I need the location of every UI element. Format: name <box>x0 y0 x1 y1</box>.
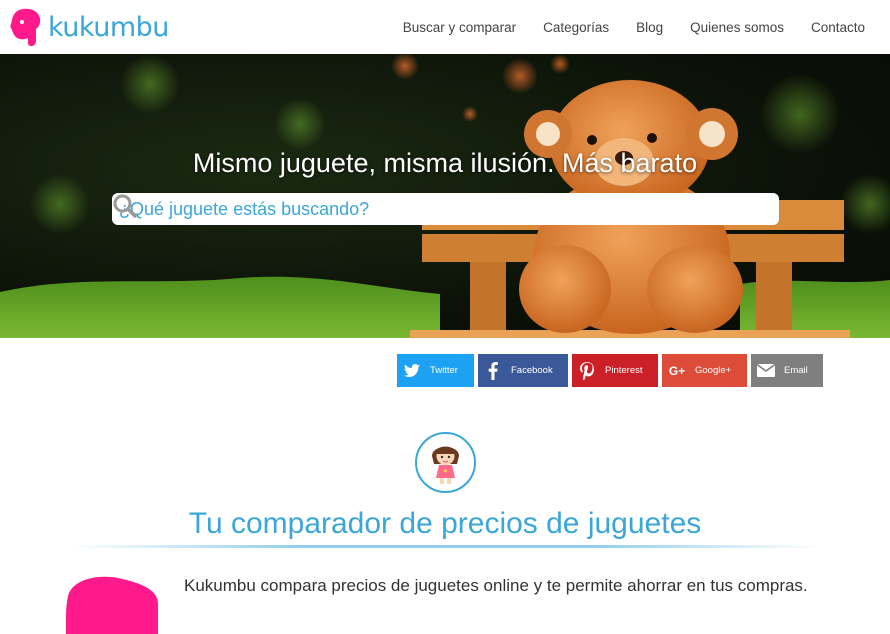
share-email-label: Email <box>784 365 808 376</box>
search-icon[interactable] <box>112 193 138 219</box>
share-google-button[interactable]: G+ Google+ <box>662 354 747 387</box>
nav-blog[interactable]: Blog <box>636 20 663 35</box>
logo-text: kukumbu <box>48 11 169 43</box>
pink-elephant-icon <box>10 8 41 47</box>
share-twitter-button[interactable]: Twitter <box>397 354 474 387</box>
hero-title: Mismo juguete, misma ilusión. Más barato <box>192 148 698 178</box>
pink-elephant-icon <box>66 576 158 634</box>
search-input[interactable] <box>112 193 732 225</box>
site-header: kukumbu Buscar y comparar Categorías Blo… <box>0 0 890 54</box>
envelope-icon <box>751 364 781 377</box>
search-box <box>112 193 779 225</box>
pinterest-icon <box>572 361 602 380</box>
main-nav: Buscar y comparar Categorías Blog Quiene… <box>376 0 865 54</box>
share-twitter-label: Twitter <box>430 365 458 376</box>
title-divider <box>70 545 820 548</box>
nav-categorias[interactable]: Categorías <box>543 20 609 35</box>
doll-icon <box>415 432 476 493</box>
twitter-icon <box>397 363 427 378</box>
site-logo[interactable]: kukumbu <box>10 8 169 48</box>
section-title: Tu comparador de precios de juguetes <box>188 507 702 540</box>
nav-buscar-comparar[interactable]: Buscar y comparar <box>403 20 516 35</box>
share-email-button[interactable]: Email <box>751 354 823 387</box>
nav-contacto[interactable]: Contacto <box>811 20 865 35</box>
google-plus-icon: G+ <box>668 363 686 378</box>
share-facebook-label: Facebook <box>511 365 553 376</box>
share-pinterest-button[interactable]: Pinterest <box>572 354 658 387</box>
share-google-label: Google+ <box>695 365 732 376</box>
nav-quienes-somos[interactable]: Quienes somos <box>690 20 784 35</box>
facebook-icon <box>478 361 508 380</box>
share-pinterest-label: Pinterest <box>605 365 643 376</box>
share-facebook-button[interactable]: Facebook <box>478 354 568 387</box>
intro-text: Kukumbu compara precios de juguetes onli… <box>184 576 808 595</box>
hero-banner: Mismo juguete, misma ilusión. Más barato <box>0 54 890 338</box>
